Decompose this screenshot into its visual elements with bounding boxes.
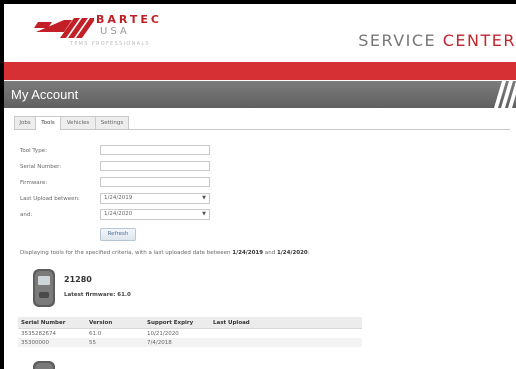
criteria-middle: and [263,250,277,256]
table-header-row: Serial Number Version Support Expiry Las… [18,317,362,329]
criteria-to-date: 1/24/2020 [276,250,308,256]
service-title-part2: CENTER [442,31,516,50]
service-title-part1: SERVICE [358,31,443,50]
criteria-suffix: : [307,250,310,256]
cell-last-upload [210,329,362,339]
criteria-from-date: 1/24/2019 [232,250,264,256]
tpms-tool-icon [33,361,55,369]
title-slashes-icon [494,81,516,108]
service-center-title: SERVICE CENTER [358,31,516,50]
cell-version: 55 [86,338,144,347]
firmware-input[interactable] [100,177,210,187]
dropdown-arrow-icon: ▼ [202,211,206,217]
col-version[interactable]: Version [86,317,144,329]
page-title-bar: My Account [4,81,516,108]
tpms-tool-icon [33,269,55,307]
criteria-prefix: Displaying tools for the specified crite… [20,250,233,256]
serial-number-label: Serial Number: [20,164,62,170]
cell-serial: 35300000 [18,338,86,347]
upload-to-value: 1/24/2020 [104,211,133,217]
table-row[interactable]: 35300000 55 7/4/2018 [18,338,362,347]
tab-vehicles[interactable]: Vehicles [60,116,96,129]
cell-version: 61.0 [89,330,102,337]
app-frame: BARTEC USA TPMS PROFESSIONALS SERVICE CE… [4,4,516,369]
col-support-expiry[interactable]: Support Expiry [144,317,210,329]
cell-support-expiry: 7/4/2018 [144,338,210,347]
cell-serial: 3535282674 [21,330,56,337]
tool-type-label: Tool Type: [20,148,47,154]
upload-from-value: 1/24/2019 [104,195,133,201]
bartec-logo[interactable]: BARTEC USA TPMS PROFESSIONALS [34,10,174,52]
col-serial-number[interactable]: Serial Number [18,317,86,329]
serial-number-input[interactable] [100,161,210,171]
table-row[interactable]: 3535282674 61.0 10/21/2020 [18,329,362,339]
cell-last-upload [210,338,362,347]
cell-support-expiry: 10/21/2020 [147,330,179,337]
upload-and-label: and: [20,212,33,218]
dropdown-arrow-icon: ▼ [202,195,206,201]
logo-region: USA [100,26,130,37]
tab-tools[interactable]: Tools [35,116,61,130]
criteria-text: Displaying tools for the specified crite… [20,250,310,256]
logo-stripes-icon [34,18,94,38]
tool-type-input[interactable] [100,145,210,155]
logo-tagline: TPMS PROFESSIONALS [70,41,150,47]
upload-between-label: Last Upload between: [20,196,80,202]
col-last-upload[interactable]: Last Upload [210,317,362,329]
firmware-label: Firmware: [20,180,48,186]
upload-to-select[interactable]: 1/24/2020 ▼ [100,209,210,220]
refresh-button[interactable]: Refresh [100,228,136,241]
tab-jobs[interactable]: Jobs [14,116,36,129]
account-tabs: Jobs Tools Vehicles Settings [14,116,510,130]
brand-red-bar [4,62,516,80]
site-header: BARTEC USA TPMS PROFESSIONALS SERVICE CE… [4,4,516,62]
upload-from-select[interactable]: 1/24/2019 ▼ [100,193,210,204]
tab-settings[interactable]: Settings [95,116,129,129]
tool-id: 21280 [64,275,92,284]
page-title: My Account [11,87,79,102]
logo-name: BARTEC [96,13,162,26]
tools-table: Serial Number Version Support Expiry Las… [18,317,362,347]
tool-latest-firmware: Latest firmware: 61.0 [64,292,131,298]
